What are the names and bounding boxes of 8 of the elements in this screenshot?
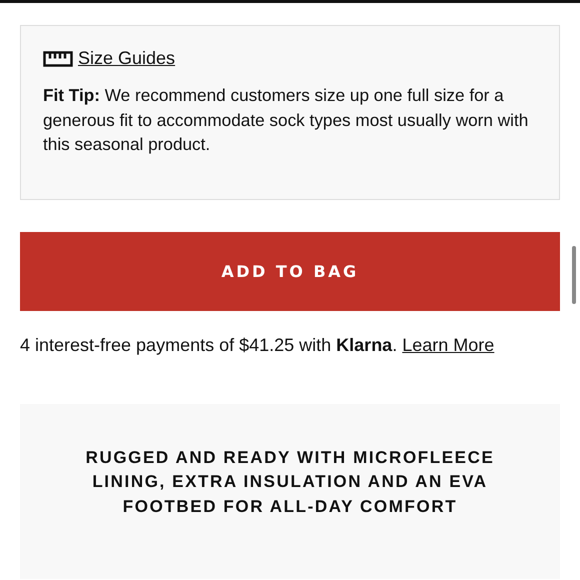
ruler-icon (43, 50, 73, 66)
payment-text: 4 interest-free payments of $41.25 with Klarna. (20, 334, 398, 356)
size-guides-link[interactable]: Size Guides (78, 48, 176, 69)
fit-tip-text: Fit Tip: We recommend customers size up one full size for a generous fit to accommodate sock types most usually worn with this seasonal product. (43, 84, 530, 156)
add-to-bag-button[interactable]: ADD TO BAG (20, 232, 560, 310)
scrollbar[interactable] (572, 246, 576, 304)
feature-heading: RUGGED AND READY WITH MICROFLEECE LINING, EXTRA INSULATION AND AN EVA FOOTBED FOR ALL-DAY COMFORT (84, 446, 496, 518)
learn-more-link[interactable]: Learn More (402, 334, 494, 356)
